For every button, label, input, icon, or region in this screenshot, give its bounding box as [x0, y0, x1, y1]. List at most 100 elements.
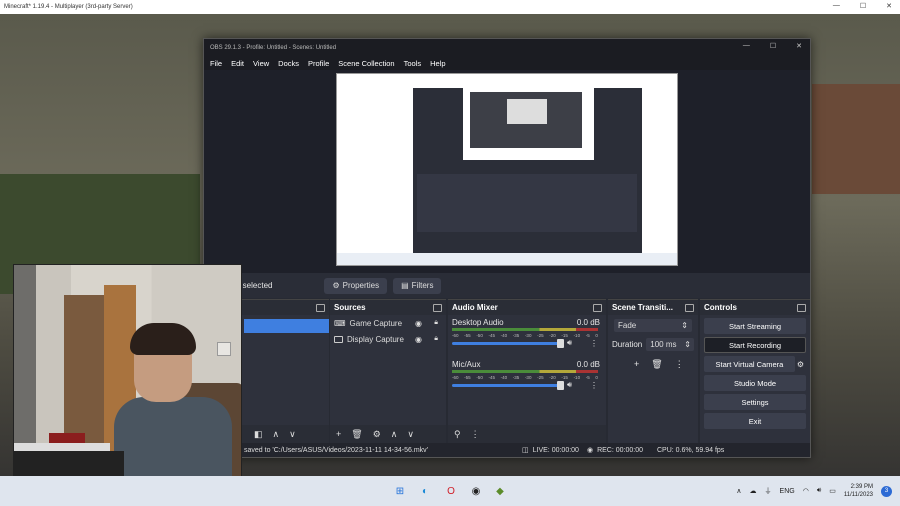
stepper-icon[interactable]: ⇕: [684, 340, 691, 349]
menu-view[interactable]: View: [253, 59, 269, 68]
nested-preview-3: [507, 99, 547, 124]
preview-area: [204, 70, 810, 273]
duration-label: Duration: [612, 340, 643, 349]
channel-db: 0.0 dB: [576, 360, 600, 369]
exit-button[interactable]: Exit: [704, 413, 806, 429]
source-item[interactable]: Display Capture ◉ 🔒︎: [330, 331, 446, 347]
move-down-icon[interactable]: ∨: [407, 429, 414, 440]
menu-docks[interactable]: Docks: [278, 59, 299, 68]
sources-header: Sources: [330, 300, 446, 315]
move-up-icon[interactable]: ∧: [391, 429, 398, 440]
game-block: [812, 84, 900, 194]
filter-icon: ▤: [401, 281, 409, 290]
volume-slider[interactable]: [452, 381, 564, 390]
more-icon[interactable]: ⋮: [590, 339, 598, 348]
source-label: Game Capture: [349, 318, 403, 328]
start-recording-button[interactable]: Start Recording: [704, 337, 806, 353]
link-icon[interactable]: ⚲: [454, 429, 461, 440]
transition-value: Fade: [618, 321, 637, 330]
start-icon[interactable]: ⊞: [393, 484, 407, 498]
meter-ticks: -60 -55 -50 -45 -40 -35 -30 -25 -20 -15 -10 -5 0: [452, 375, 598, 380]
notification-badge[interactable]: 3: [881, 485, 892, 497]
properties-button[interactable]: ⚙ Properties: [324, 277, 388, 294]
controls-panel: Controls Start Streaming Start Recording…: [700, 299, 810, 443]
move-up-icon[interactable]: ∧: [273, 429, 280, 440]
duration-input[interactable]: 100 ms ⇕: [646, 338, 694, 351]
settings-icon[interactable]: ⚙: [373, 429, 381, 440]
record-icon: ◉: [586, 447, 594, 454]
channel-db: 0.0 dB: [576, 318, 600, 327]
add-icon[interactable]: +: [336, 429, 341, 439]
settings-button[interactable]: Settings: [704, 394, 806, 410]
obs-minimize-icon[interactable]: —: [743, 42, 750, 50]
speaker-icon[interactable]: 🔊︎: [567, 380, 572, 390]
start-virtual-camera-button[interactable]: Start Virtual Camera: [704, 356, 795, 372]
lock-icon[interactable]: 🔒︎: [434, 319, 438, 327]
tick: -5: [585, 375, 590, 380]
filters-button[interactable]: ▤ Filters: [393, 277, 442, 294]
obs-close-icon[interactable]: ✕: [796, 42, 802, 50]
minimize-icon[interactable]: —: [833, 2, 840, 10]
undock-icon[interactable]: [433, 303, 442, 312]
eye-icon[interactable]: ◉: [415, 335, 422, 344]
studio-mode-button[interactable]: Studio Mode: [704, 375, 806, 391]
volume-slider[interactable]: [452, 339, 564, 348]
audio-mixer-title: Audio Mixer: [452, 303, 498, 312]
source-item[interactable]: ⌨ Game Capture ◉ 🔒︎: [330, 315, 446, 331]
tick: -45: [488, 333, 495, 338]
transition-select[interactable]: Fade ⇕: [614, 319, 692, 332]
trash-icon[interactable]: 🗑︎: [651, 359, 662, 370]
add-icon[interactable]: +: [634, 359, 639, 370]
menu-help[interactable]: Help: [430, 59, 445, 68]
program-preview[interactable]: [336, 73, 678, 266]
menu-file[interactable]: File: [210, 59, 222, 68]
start-streaming-button[interactable]: Start Streaming: [704, 318, 806, 334]
more-icon[interactable]: ⋮: [471, 429, 480, 440]
tick: -40: [500, 375, 508, 380]
opera-icon[interactable]: O: [444, 484, 458, 498]
eye-icon[interactable]: ◉: [415, 319, 422, 328]
controls-title: Controls: [704, 303, 737, 312]
undock-icon[interactable]: [593, 303, 602, 312]
scene-item-selected[interactable]: [244, 319, 329, 333]
maximize-icon[interactable]: ☐: [860, 2, 866, 10]
menu-edit[interactable]: Edit: [231, 59, 244, 68]
edge-icon[interactable]: ◐: [418, 484, 432, 498]
cloud-icon[interactable]: ☁: [750, 487, 757, 495]
obs-window: OBS 29.1.3 - Profile: Untitled - Scenes:…: [203, 38, 811, 458]
slider-knob[interactable]: [557, 381, 564, 390]
volume-icon[interactable]: 🔊︎: [817, 487, 821, 495]
menu-profile[interactable]: Profile: [308, 59, 329, 68]
trash-icon[interactable]: 🗑︎: [351, 429, 362, 440]
clock[interactable]: 2:39 PM 11/11/2023: [844, 483, 873, 499]
menu-tools[interactable]: Tools: [404, 59, 422, 68]
move-down-icon[interactable]: ∨: [289, 429, 296, 440]
minecraft-icon[interactable]: ◆: [493, 484, 507, 498]
filter-icon[interactable]: ◧: [254, 429, 263, 440]
virtual-camera-settings-icon[interactable]: ⚙: [797, 360, 804, 369]
close-icon[interactable]: ✕: [886, 2, 892, 10]
more-icon[interactable]: ⋮: [590, 381, 598, 390]
webcam-overlay: [13, 264, 242, 492]
properties-label: Properties: [342, 281, 380, 290]
wifi-icon[interactable]: ◠: [803, 487, 809, 495]
audio-mixer-footer: ⚲ ⋮: [448, 425, 606, 443]
tick: -55: [464, 375, 471, 380]
chevron-up-icon[interactable]: ∧: [736, 487, 741, 495]
menu-scene-collection[interactable]: Scene Collection: [338, 59, 394, 68]
gamepad-icon: ⌨: [334, 318, 346, 328]
language-indicator[interactable]: ENG: [780, 488, 795, 495]
undock-icon[interactable]: [316, 303, 325, 312]
battery-icon[interactable]: ▭: [829, 487, 836, 495]
usb-icon[interactable]: ⏚: [765, 486, 772, 496]
cpu-fps: CPU: 0.6%, 59.94 fps: [656, 446, 725, 454]
transitions-title: Scene Transiti...: [612, 303, 673, 312]
undock-icon[interactable]: [685, 303, 694, 312]
obs-icon[interactable]: ◉: [469, 484, 483, 498]
speaker-icon[interactable]: 🔊︎: [567, 338, 572, 348]
more-icon[interactable]: ⋮: [675, 359, 684, 370]
lock-icon[interactable]: 🔒︎: [434, 335, 438, 343]
undock-icon[interactable]: [797, 303, 806, 312]
obs-maximize-icon[interactable]: ☐: [770, 42, 776, 50]
slider-knob[interactable]: [557, 339, 564, 348]
